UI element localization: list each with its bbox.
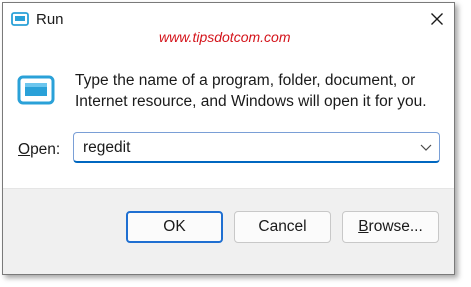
close-icon xyxy=(431,13,443,25)
chevron-down-icon[interactable] xyxy=(420,142,432,152)
browse-accelerator: B xyxy=(358,218,369,235)
instruction-line-2: Internet resource, and Windows will open… xyxy=(75,93,427,110)
browse-label: rowse... xyxy=(368,218,423,235)
open-label-text: pen: xyxy=(30,141,61,158)
open-input[interactable]: regedit xyxy=(83,138,130,157)
run-program-icon xyxy=(17,75,55,105)
instruction-line-1: Type the name of a program, folder, docu… xyxy=(75,72,416,89)
ok-button[interactable]: OK xyxy=(126,211,223,243)
watermark-text: www.tipsdotcom.com xyxy=(159,29,291,45)
cancel-button[interactable]: Cancel xyxy=(234,211,331,243)
instruction-text: Type the name of a program, folder, docu… xyxy=(75,70,435,112)
window-title: Run xyxy=(36,11,64,28)
close-button[interactable] xyxy=(421,5,453,33)
open-combobox[interactable]: regedit xyxy=(73,132,440,163)
dialog-body: Run www.tipsdotcom.com Type the name of … xyxy=(3,3,454,188)
browse-button[interactable]: Browse... xyxy=(342,211,439,243)
run-icon xyxy=(11,12,29,26)
open-label-accelerator: O xyxy=(18,141,31,158)
open-label: Open: xyxy=(18,140,60,160)
